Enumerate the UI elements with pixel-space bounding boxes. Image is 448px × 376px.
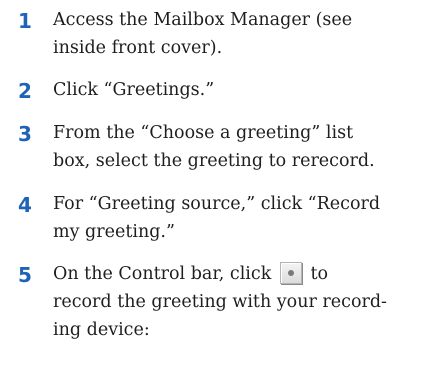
record-icon <box>287 270 294 276</box>
step-text-line: ing device: <box>53 320 150 340</box>
step-text-line: Access the Mailbox Manager (see <box>53 10 353 30</box>
step-text-segment: On the Control bar, click <box>53 264 272 284</box>
step-text-line: inside front cover). <box>53 38 223 58</box>
step-text: On the Control bar, click to record the … <box>53 260 387 344</box>
step-text: Access the Mailbox Manager (see inside f… <box>53 6 353 62</box>
step-number: 3 <box>18 122 32 146</box>
step-text-line: On the Control bar, click to <box>53 260 353 288</box>
step-text-segment: to <box>310 264 329 284</box>
step-text: From the “Choose a greeting” list box, s… <box>53 119 375 175</box>
step-number: 4 <box>18 193 32 217</box>
step-number: 1 <box>18 9 32 33</box>
step-number: 2 <box>18 79 32 103</box>
step-text-line: my greeting.” <box>53 222 175 242</box>
step-text: For “Greeting source,” click “Record my … <box>53 190 381 246</box>
step-text-line: box, select the greeting to rerecord. <box>53 151 375 171</box>
step-text-line: record the greeting with your record- <box>53 292 387 312</box>
step-text: Click “Greetings.” <box>53 76 353 104</box>
step-text-line: Click “Greetings.” <box>53 80 215 100</box>
step-text-line: For “Greeting source,” click “Record <box>53 194 381 214</box>
step-number: 5 <box>18 263 32 287</box>
step-text-line: From the “Choose a greeting” list <box>53 123 354 143</box>
record-button[interactable] <box>279 262 302 284</box>
